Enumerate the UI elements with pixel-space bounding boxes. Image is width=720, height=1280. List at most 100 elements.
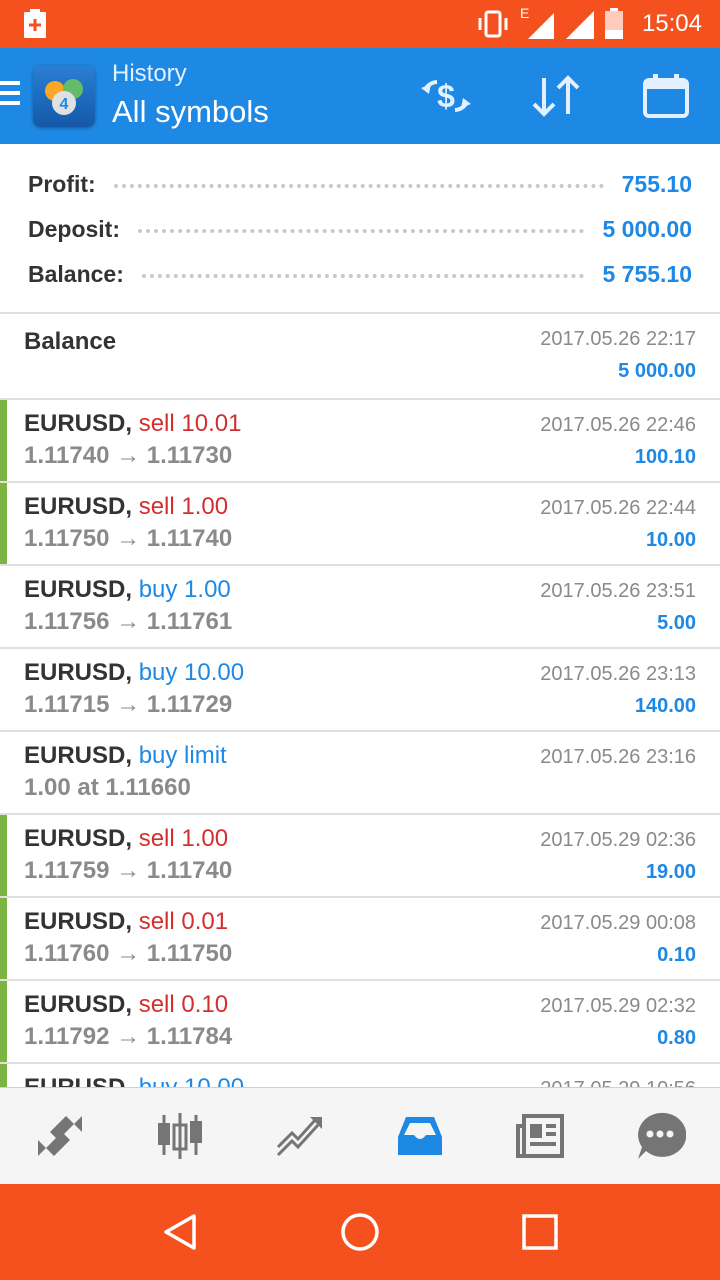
deal-row[interactable]: EURUSD, sell 0.01 1.11760 → 1.11750 2017.0… [0,898,720,981]
nav-chart[interactable] [120,1088,240,1184]
deal-profit: 100.10 [634,446,696,468]
nav-history[interactable] [360,1088,480,1184]
deal-symbol: EURUSD, [24,493,133,520]
deal-prices: 1.11760 → 1.11750 [24,940,233,967]
deal-action: buy 10.00 [138,659,245,686]
menu-icon[interactable] [0,81,20,111]
home-icon [341,1213,379,1251]
deal-action: buy limit [138,742,227,769]
deal-row[interactable]: EURUSD, sell 1.00 1.11750 → 1.11740 2017.0… [0,483,720,566]
dotted-leader [113,184,604,188]
balance-entry[interactable]: Balance 2017.05.26 22:17 5 000.00 [0,314,720,400]
app-logo[interactable]: 4 [33,65,95,127]
nav-news[interactable] [480,1088,600,1184]
history-icon [398,1117,442,1155]
deal-prices: 1.11759 → 1.11740 [24,857,233,884]
news-icon [516,1114,564,1158]
deal-row[interactable]: EURUSD, buy limit 1.00 at 1.11660 2017.05.… [0,732,720,815]
status-bar: E 15:04 [0,0,720,48]
nav-quotes[interactable] [0,1088,120,1184]
deal-status-marker [0,815,7,896]
deposit-value: 5 000.00 [602,215,692,242]
svg-text:$: $ [437,78,455,114]
history-summary: Profit: 755.10 Deposit: 5 000.00 Balance… [0,144,720,314]
balance-entry-title: Balance [24,328,117,355]
home-button[interactable] [336,1208,384,1256]
metatrader-logo-icon: 4 [45,79,83,115]
deal-prices: 1.00 at 1.11660 [24,774,191,801]
deal-time: 2017.05.26 23:13 [540,663,696,685]
deal-prices: 1.11715 → 1.11729 [24,691,233,718]
deal-status-marker [0,400,7,481]
deal-symbol: EURUSD, [24,1074,132,1087]
recents-icon [522,1214,558,1250]
dotted-leader [138,229,585,233]
deal-prices: 1.11756 → 1.11761 [24,608,233,635]
nav-trade[interactable] [240,1088,360,1184]
deal-symbol: EURUSD, [24,991,133,1018]
deal-header: EURUSD, sell 10.01 [24,410,241,438]
deal-row[interactable]: EURUSD, buy 1.00 1.11756 → 1.11761 2017.05… [0,566,720,649]
battery-saver-icon [24,9,46,38]
history-list[interactable]: Balance 2017.05.26 22:17 5 000.00 EURUSD… [0,314,720,1087]
deal-row[interactable]: EURUSD, sell 0.10 1.11792 → 1.11784 2017.0… [0,981,720,1064]
deal-time: 2017.05.29 00:08 [540,912,696,934]
deal-time: 2017.05.26 23:16 [540,746,696,768]
dotted-leader [141,274,585,278]
deal-symbol: EURUSD, [24,908,133,935]
deal-action: sell 0.10 [138,991,229,1018]
profit-label: Profit: [28,170,96,197]
sort-icon [532,75,580,117]
recents-button[interactable] [516,1208,564,1256]
deal-status-marker [0,483,7,564]
deal-symbol: EURUSD, [24,825,133,852]
deal-header: EURUSD, sell 0.10 [24,991,228,1019]
deal-row[interactable]: EURUSD, buy 10.00 2017.05.29 10:56 [0,1064,720,1087]
deal-status-marker [0,1064,7,1087]
signal-e-icon: E [520,5,554,39]
dollar-exchange-icon: $ [421,78,471,114]
deal-header: EURUSD, buy 1.00 [24,576,231,604]
clock: 15:04 [641,10,702,37]
deal-action: sell 1.00 [138,493,229,520]
deal-action: sell 1.00 [138,825,229,852]
vibrate-icon [478,10,508,38]
deal-symbol: EURUSD, [24,410,133,437]
network-type-label: E [519,5,530,21]
quotes-icon [38,1116,82,1156]
chat-icon [638,1112,686,1159]
deal-time: 2017.05.29 02:32 [540,995,696,1017]
deal-prices: 1.11792 → 1.11784 [24,1023,233,1050]
deal-row[interactable]: EURUSD, sell 1.00 1.11759 → 1.11740 2017.0… [0,815,720,898]
deal-profit: 10.00 [645,529,696,551]
deal-status-marker [0,898,7,979]
balance-label: Balance: [28,260,124,287]
deal-row[interactable]: EURUSD, buy 10.00 1.11715 → 1.11729 2017.0… [0,649,720,732]
deal-header: EURUSD, buy 10.00 [24,1074,244,1087]
signal-icon [565,11,594,39]
currency-filter-button[interactable]: $ [418,68,474,124]
sort-button[interactable] [528,68,584,124]
deal-symbol: EURUSD, [24,659,133,686]
profit-value: 755.10 [621,170,692,197]
deal-profit: 0.10 [657,944,696,966]
back-button[interactable] [156,1208,204,1256]
deal-row[interactable]: EURUSD, sell 10.01 1.11740 → 1.11730 2017.… [0,400,720,483]
deposit-label: Deposit: [28,215,120,242]
deal-profit: 5.00 [657,612,696,634]
profit-row: Profit: 755.10 [28,166,692,202]
calendar-button[interactable] [638,68,694,124]
deal-profit: 5 000.00 [618,360,696,382]
deal-prices: 1.11750 → 1.11740 [24,525,233,552]
trade-icon [276,1117,322,1157]
bottom-navigation [0,1087,720,1184]
deal-symbol: EURUSD, [24,576,133,603]
page-subtitle: History [112,60,187,87]
deal-header: EURUSD, sell 0.01 [24,908,228,936]
deal-header: EURUSD, sell 1.00 [24,825,228,853]
page-title[interactable]: All symbols [112,94,269,130]
deal-prices: 1.11740 → 1.11730 [24,442,233,469]
deal-profit: 140.00 [634,695,696,717]
nav-chat[interactable] [600,1088,720,1184]
back-icon [164,1214,196,1250]
